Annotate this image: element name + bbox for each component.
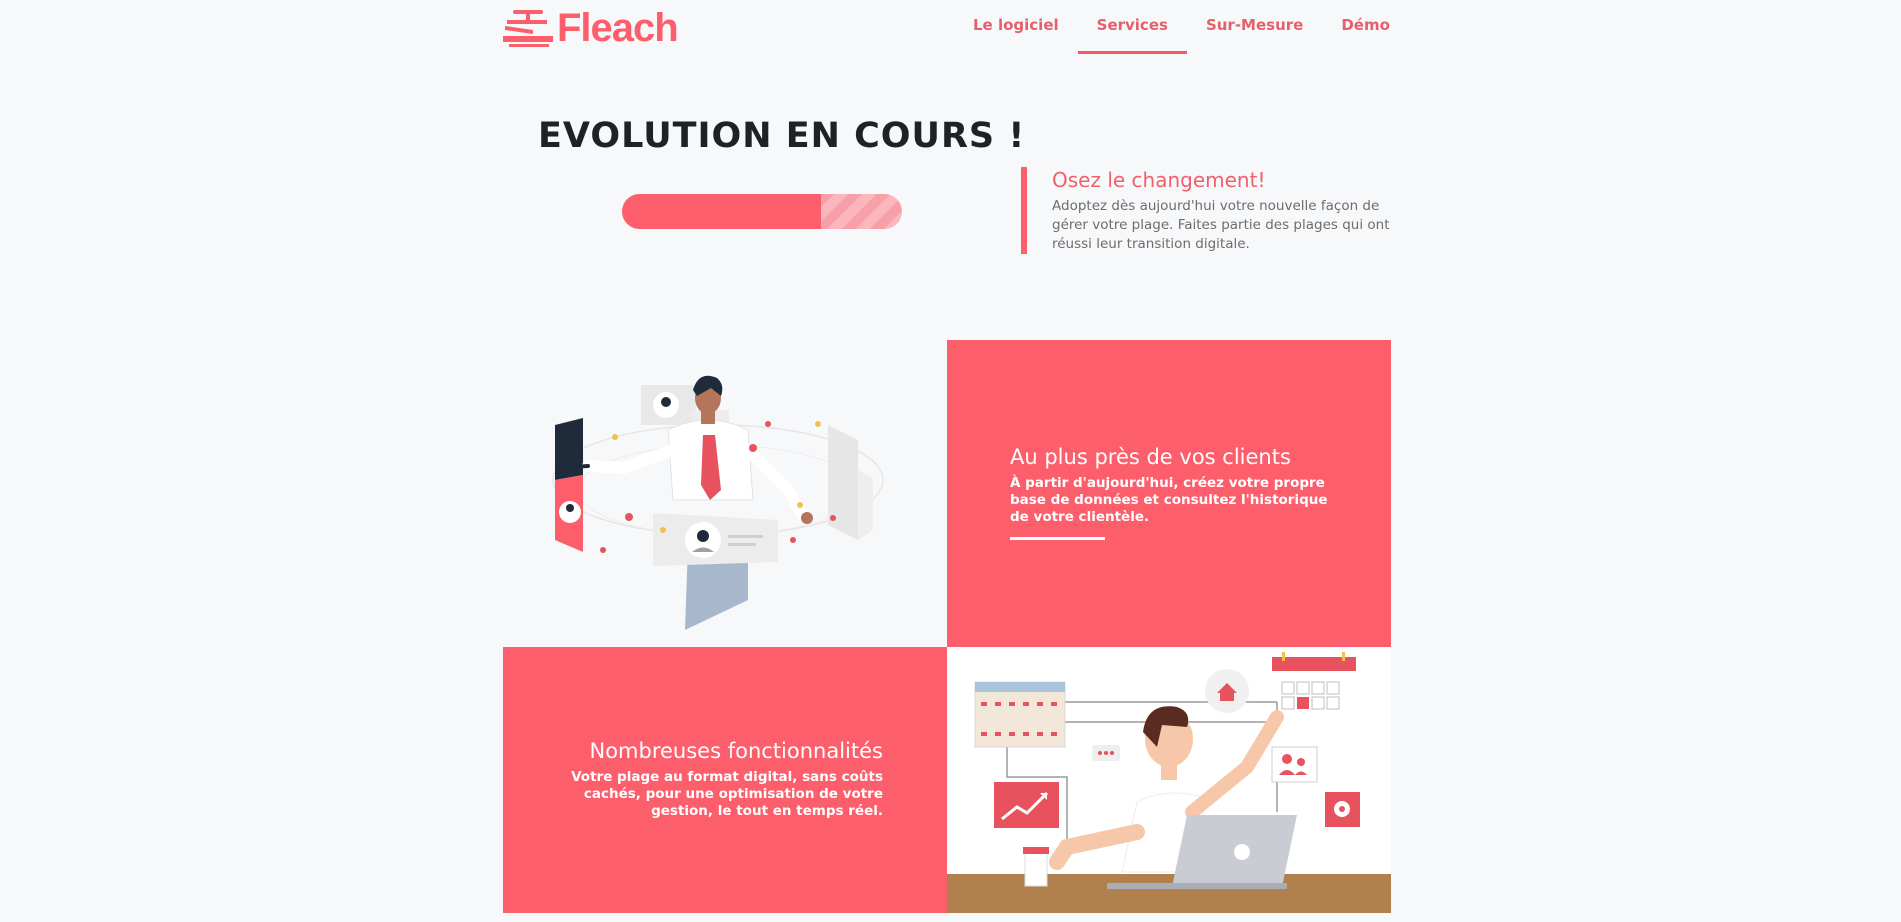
laptop-user-illustration <box>947 652 1391 913</box>
feature-functions-text: Votre plage au format digital, sans coût… <box>571 769 883 819</box>
quote-text: Adoptez dès aujourd'hui votre nouvelle f… <box>1052 198 1390 252</box>
nav-item-sur-mesure[interactable]: Sur-Mesure <box>1187 0 1322 54</box>
businessman-illustration <box>552 375 884 630</box>
nav-item-le-logiciel[interactable]: Le logiciel <box>954 0 1078 54</box>
quote-block: Osez le changement! Adoptez dès aujourd'… <box>1021 167 1391 254</box>
nav-item-demo[interactable]: Démo <box>1322 0 1409 54</box>
page: Fleach Le logiciel Services Sur-Mesure D… <box>0 0 1901 922</box>
main-nav: Le logiciel Services Sur-Mesure Démo <box>954 0 1409 54</box>
progress-bar <box>622 194 902 229</box>
feature-clients-card: Au plus près de vos clients À partir d'a… <box>947 340 1391 647</box>
clients-illustration <box>503 340 947 647</box>
feature-functions-title: Nombreuses fonctionnalités <box>589 739 884 763</box>
divider-line <box>1010 537 1105 540</box>
feature-clients-title: Au plus près de vos clients <box>1010 445 1291 469</box>
logo-text: Fleach <box>557 6 679 50</box>
functions-illustration <box>947 647 1391 913</box>
progress-bar-fill <box>622 194 821 229</box>
feature-clients-text: À partir d'aujourd'hui, créez votre prop… <box>1010 475 1328 525</box>
hero-title: EVOLUTION EN COURS ! <box>538 116 1026 156</box>
quote-title: Osez le changement! <box>1052 168 1266 192</box>
feature-functions-card: Nombreuses fonctionnalités Votre plage a… <box>503 647 947 913</box>
beach-chair-logo-icon <box>503 10 553 47</box>
nav-item-services[interactable]: Services <box>1077 0 1187 54</box>
logo[interactable]: Fleach <box>503 6 679 50</box>
